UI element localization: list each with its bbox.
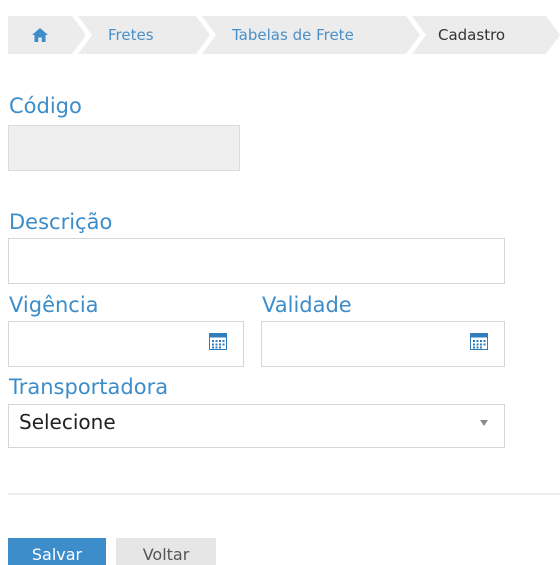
- validade-label: Validade: [262, 293, 352, 317]
- calendar-icon[interactable]: [470, 332, 488, 350]
- validade-field[interactable]: [261, 321, 505, 367]
- back-button[interactable]: Voltar: [116, 538, 216, 565]
- breadcrumb-label: Tabelas de Frete: [232, 26, 354, 44]
- codigo-field: [8, 125, 240, 171]
- breadcrumb-item-fretes[interactable]: Fretes: [78, 16, 210, 54]
- breadcrumb-label: Fretes: [108, 26, 154, 44]
- breadcrumb-item-cadastro: Cadastro: [412, 16, 560, 54]
- save-button[interactable]: Salvar: [8, 538, 106, 565]
- transportadora-label: Transportadora: [9, 375, 169, 399]
- divider: [8, 493, 560, 495]
- breadcrumb-home[interactable]: [8, 16, 86, 54]
- codigo-label: Código: [9, 94, 82, 118]
- home-icon: [32, 28, 48, 42]
- vigencia-field[interactable]: [8, 321, 244, 367]
- breadcrumb-item-tabelas-de-frete[interactable]: Tabelas de Frete: [202, 16, 420, 54]
- chevron-down-icon: [480, 420, 488, 426]
- transportadora-selected-value: Selecione: [19, 410, 116, 434]
- transportadora-select[interactable]: Selecione: [8, 404, 505, 448]
- descricao-label: Descrição: [9, 210, 113, 234]
- descricao-field[interactable]: [8, 238, 505, 284]
- calendar-icon[interactable]: [209, 332, 227, 350]
- breadcrumb-label: Cadastro: [438, 26, 506, 44]
- breadcrumb: Fretes Tabelas de Frete Cadastro: [8, 16, 560, 54]
- vigencia-label: Vigência: [9, 293, 99, 317]
